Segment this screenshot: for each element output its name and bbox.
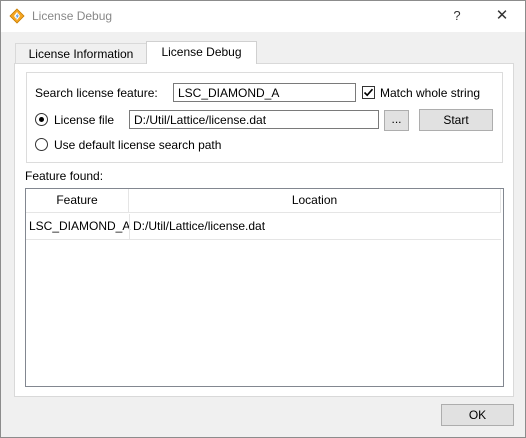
table-row[interactable]: LSC_DIAMOND_A D:/Util/Lattice/license.da… — [26, 214, 501, 240]
license-file-label: License file — [54, 113, 115, 127]
diamond-app-icon — [9, 8, 25, 24]
window-title: License Debug — [32, 9, 113, 23]
close-button[interactable]: ✕ — [491, 6, 513, 26]
radio-selected-dot — [39, 117, 44, 122]
search-feature-label: Search license feature: — [35, 86, 158, 100]
feature-results-table[interactable]: Feature Location LSC_DIAMOND_A D:/Util/L… — [25, 188, 504, 387]
feature-cell: LSC_DIAMOND_A — [29, 219, 131, 233]
column-header-location[interactable]: Location — [129, 189, 501, 213]
default-path-label: Use default license search path — [54, 138, 222, 152]
help-button[interactable]: ? — [447, 8, 467, 26]
ok-button[interactable]: OK — [441, 404, 514, 426]
column-header-feature[interactable]: Feature — [26, 189, 129, 213]
tab-license-debug[interactable]: License Debug — [146, 41, 257, 64]
tab-license-information[interactable]: License Information — [15, 43, 147, 64]
title-bar[interactable]: License Debug ? ✕ — [1, 1, 525, 32]
location-cell: D:/Util/Lattice/license.dat — [133, 219, 266, 233]
default-path-radio[interactable] — [35, 138, 48, 151]
license-file-input[interactable]: D:/Util/Lattice/license.dat — [129, 110, 379, 129]
search-options-group: Search license feature: LSC_DIAMOND_A Ma… — [26, 72, 503, 163]
match-whole-string-checkbox[interactable] — [362, 86, 375, 99]
feature-found-label: Feature found: — [25, 169, 104, 183]
license-debug-panel: Search license feature: LSC_DIAMOND_A Ma… — [14, 63, 514, 397]
start-button[interactable]: Start — [419, 109, 493, 131]
license-file-radio[interactable] — [35, 113, 48, 126]
match-whole-string-label: Match whole string — [380, 86, 481, 100]
license-debug-dialog: License Debug ? ✕ License Information Li… — [0, 0, 526, 438]
browse-button[interactable]: ... — [384, 110, 409, 131]
search-feature-input[interactable]: LSC_DIAMOND_A — [173, 83, 356, 102]
checkmark-icon — [363, 88, 374, 97]
column-divider — [129, 214, 130, 239]
